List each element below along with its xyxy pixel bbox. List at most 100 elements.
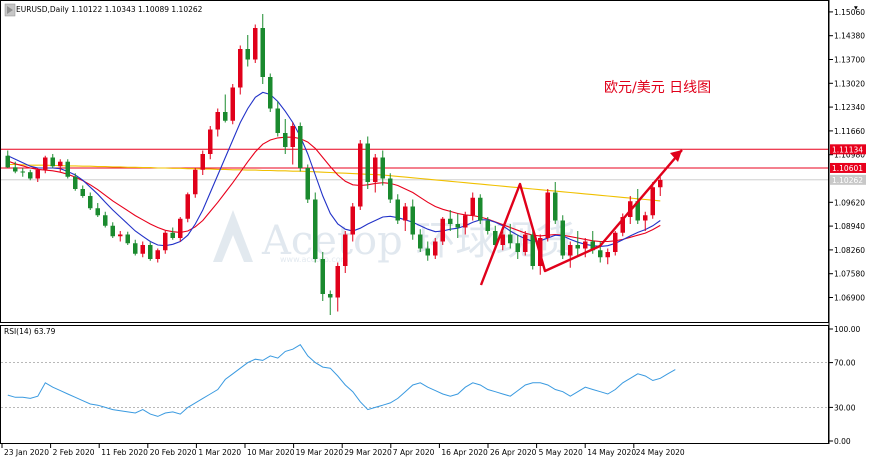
candle	[358, 140, 363, 210]
x-tick-label: 14 May 2020	[587, 448, 636, 457]
rsi-tick-label: 30.00	[834, 403, 856, 412]
price-label-text: 1.10262	[832, 176, 863, 185]
price-label-text: 1.11134	[832, 145, 863, 154]
candle-body	[275, 108, 280, 133]
candle-body	[365, 143, 370, 182]
y-axis-main: 1.15060 1.14380 1.13700 1.13020 1.12340 1.116…	[829, 8, 865, 303]
candle-body	[110, 225, 115, 237]
candle	[313, 192, 318, 263]
candle-body	[575, 245, 580, 249]
candle-body	[5, 155, 10, 168]
candle-body	[350, 206, 355, 235]
candle	[613, 231, 618, 256]
y-tick-label: 1.08940	[834, 222, 865, 231]
candle-body	[335, 266, 340, 298]
price-label-text: 1.10601	[832, 164, 863, 173]
x-axis: 23 Jan 2020 2 Feb 2020 11 Feb 2020 20 Feb 2…	[1, 444, 685, 457]
x-tick-label: 19 Mar 2020	[296, 448, 344, 457]
candle-body	[395, 199, 400, 221]
candle-body	[133, 243, 138, 254]
candle-body	[185, 194, 190, 219]
candle-body	[328, 294, 333, 298]
candle	[298, 122, 303, 172]
candle-body	[515, 243, 520, 252]
x-tick-label: 1 Mar 2020	[198, 448, 241, 457]
y-tick-label: 1.08260	[834, 246, 865, 255]
candle-body	[305, 168, 310, 200]
x-tick-label: 2 Feb 2020	[53, 448, 95, 457]
candle-body	[155, 250, 160, 259]
candle-body	[440, 218, 445, 242]
candle-body	[298, 126, 303, 168]
candle	[545, 189, 550, 242]
candle-body	[170, 232, 175, 238]
y-tick-label: 1.14380	[834, 32, 865, 41]
x-tick-label: 23 Jan 2020	[4, 448, 49, 457]
candle-body	[28, 172, 33, 179]
rsi-tick-label: 0.00	[834, 437, 851, 446]
candle	[253, 24, 258, 63]
candle-body	[403, 206, 408, 221]
candle	[193, 168, 198, 198]
y-axis-rsi: 100.00 70.00 30.00 0.00	[829, 325, 860, 446]
candle-body	[103, 215, 108, 226]
candle-body	[163, 232, 168, 251]
x-tick-label: 24 May 2020	[636, 448, 685, 457]
candle-body	[463, 215, 468, 228]
candle-body	[208, 129, 213, 154]
rsi-title: RSI(14) 63.79	[4, 327, 56, 336]
rsi-tick-label: 70.00	[834, 359, 856, 368]
candle-body	[125, 234, 130, 244]
panel-marker-icon	[4, 3, 16, 17]
candle-body	[50, 157, 55, 167]
chart-title: EURUSD,Daily 1.10122 1.10343 1.10089 1.1…	[16, 5, 203, 14]
candle	[185, 192, 190, 223]
candle	[478, 194, 483, 224]
y-tick-label: 1.12340	[834, 103, 865, 112]
candle-body	[178, 218, 183, 238]
candle-body	[200, 154, 205, 170]
candle-body	[73, 176, 78, 189]
x-tick-label: 29 Mar 2020	[344, 448, 392, 457]
candle	[230, 84, 235, 125]
candle-body	[65, 161, 70, 177]
y-tick-label: 1.13700	[834, 56, 865, 65]
chart-canvas: ▾ Acetop 环球现货 www.acetop.com 1.150601.14…	[0, 0, 866, 457]
price-labels: 1.11134 1.10601 1.10262	[830, 144, 866, 185]
candle-body	[215, 112, 220, 130]
price-label: 1.10262	[830, 174, 866, 185]
rsi-tick-label: 100.00	[834, 325, 860, 334]
x-tick-label: 5 May 2020	[539, 448, 583, 457]
x-tick-label: 11 Feb 2020	[101, 448, 148, 457]
candle	[238, 45, 243, 95]
candle-body	[283, 133, 288, 147]
candle	[320, 252, 325, 301]
price-label: 1.11134	[830, 144, 866, 155]
candle-body	[560, 220, 565, 256]
y-tick-label: 1.15060	[834, 8, 865, 17]
candle	[65, 159, 70, 179]
main-panel	[0, 0, 829, 323]
candle-body	[80, 189, 85, 196]
candle-body	[268, 77, 273, 109]
x-tick-label: 20 Feb 2020	[150, 448, 197, 457]
candle-body	[140, 245, 145, 254]
candle-body	[643, 215, 648, 221]
x-tick-label: 10 Mar 2020	[247, 448, 295, 457]
candle-body	[230, 87, 235, 121]
candle	[560, 215, 565, 259]
candle-body	[418, 234, 423, 249]
candle-body	[245, 49, 250, 60]
candle-body	[650, 187, 655, 216]
candle-body	[523, 234, 528, 252]
candle-body	[88, 196, 93, 209]
candle-body	[553, 192, 558, 221]
candle-body	[433, 241, 438, 256]
candle-body	[313, 199, 318, 259]
candle-body	[380, 157, 385, 179]
y-tick-label: 1.06900	[834, 294, 865, 303]
candle-body	[260, 28, 265, 77]
candle-body	[605, 252, 610, 258]
candle-body	[193, 169, 198, 195]
candle-body	[478, 197, 483, 221]
